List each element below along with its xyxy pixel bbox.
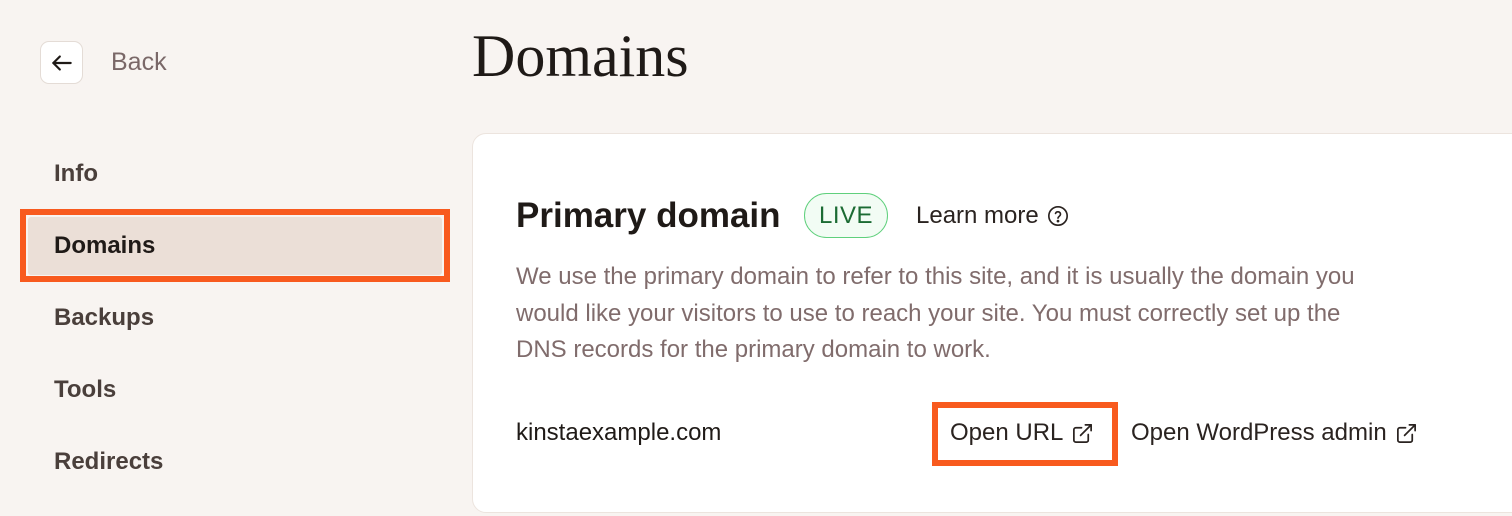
status-badge: LIVE bbox=[804, 193, 889, 238]
page-title: Domains bbox=[472, 23, 689, 89]
external-link-icon bbox=[1071, 422, 1094, 445]
learn-more-link[interactable]: Learn more bbox=[916, 199, 1069, 233]
page: Back Domains Info Domains Backups Tools … bbox=[0, 0, 1512, 516]
sidebar-item-redirects[interactable]: Redirects bbox=[28, 433, 442, 491]
sidebar-item-tools[interactable]: Tools bbox=[28, 361, 442, 419]
sidebar-item-backups[interactable]: Backups bbox=[28, 289, 442, 347]
arrow-left-icon bbox=[49, 50, 75, 76]
external-link-icon bbox=[1395, 422, 1418, 445]
section-title: Primary domain bbox=[516, 196, 781, 235]
domain-name: kinstaexample.com bbox=[516, 419, 722, 446]
sidebar-item-domains[interactable]: Domains bbox=[28, 217, 442, 275]
open-wordpress-admin-link[interactable]: Open WordPress admin bbox=[1131, 417, 1418, 449]
open-url-label: Open URL bbox=[950, 419, 1064, 446]
description-text: We use the primary domain to refer to th… bbox=[516, 263, 1355, 363]
sidebar-item-info[interactable]: Info bbox=[28, 145, 442, 203]
back-link[interactable]: Back bbox=[111, 46, 167, 78]
back-button[interactable] bbox=[40, 41, 83, 84]
question-circle-icon bbox=[1047, 205, 1069, 227]
open-wordpress-admin-label: Open WordPress admin bbox=[1131, 419, 1387, 446]
learn-more-label: Learn more bbox=[916, 202, 1039, 229]
open-url-link[interactable]: Open URL bbox=[950, 417, 1094, 449]
